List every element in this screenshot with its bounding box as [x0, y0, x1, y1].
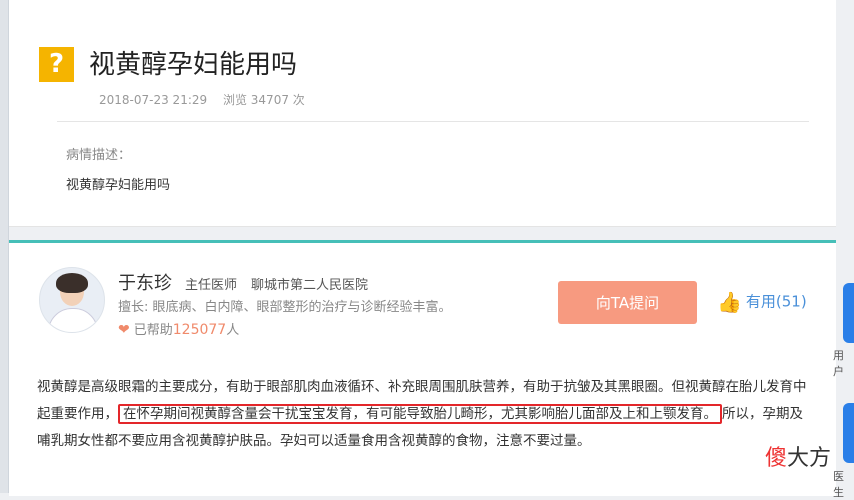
thumbs-up-icon: 👍	[717, 290, 742, 314]
ask-doctor-button[interactable]: 向TA提问	[558, 281, 697, 324]
useful-button[interactable]: 👍 有用(51)	[717, 290, 807, 314]
divider	[57, 121, 809, 122]
answer-text: 视黄醇是高级眼霜的主要成分，有助于眼部肌肉血液循环、补充眼周围肌肤营养，有助于抗…	[37, 379, 807, 449]
question-meta: 2018-07-23 21:29 浏览 34707 次	[99, 91, 317, 108]
question-date: 2018-07-23 21:29	[99, 93, 208, 107]
useful-label: 有用(51)	[745, 292, 807, 311]
user-float-button[interactable]	[843, 283, 854, 343]
helped-count: ❤ 已帮助125077人	[118, 322, 240, 338]
question-views: 浏览 34707 次	[222, 93, 305, 107]
doctor-name[interactable]: 于东珍	[118, 269, 172, 295]
user-float-label: 用户	[833, 349, 844, 378]
doctor-specialty: 擅长: 眼底病、白内障、眼部整形的治疗与诊断经验丰富。	[118, 300, 452, 315]
highlighted-sentence: 在怀孕期间视黄醇含量会干扰宝宝发育，有可能导致胎儿畸形，尤其影响胎儿面部及上和上…	[118, 404, 722, 424]
answer-card: 于东珍 主任医师 聊城市第二人民医院 擅长: 眼底病、白内障、眼部整形的治疗与诊…	[9, 240, 836, 496]
watermark: 傻大方	[765, 446, 832, 471]
doctor-hospital[interactable]: 聊城市第二人民医院	[251, 274, 368, 293]
question-title: 视黄醇孕妇能用吗	[89, 50, 298, 80]
description-label: 病情描述：	[66, 148, 132, 163]
heart-icon: ❤	[118, 322, 130, 338]
question-card: ? 视黄醇孕妇能用吗 2018-07-23 21:29 浏览 34707 次 病…	[9, 0, 836, 227]
helped-number: 125077	[172, 322, 227, 338]
doctor-float-label: 医生	[833, 470, 844, 499]
window-left-edge	[0, 0, 9, 493]
doctor-avatar[interactable]	[39, 267, 105, 333]
question-icon: ?	[39, 47, 74, 82]
doctor-float-button[interactable]	[843, 403, 854, 463]
description-text: 视黄醇孕妇能用吗	[66, 178, 171, 193]
doctor-title: 主任医师	[185, 278, 238, 293]
